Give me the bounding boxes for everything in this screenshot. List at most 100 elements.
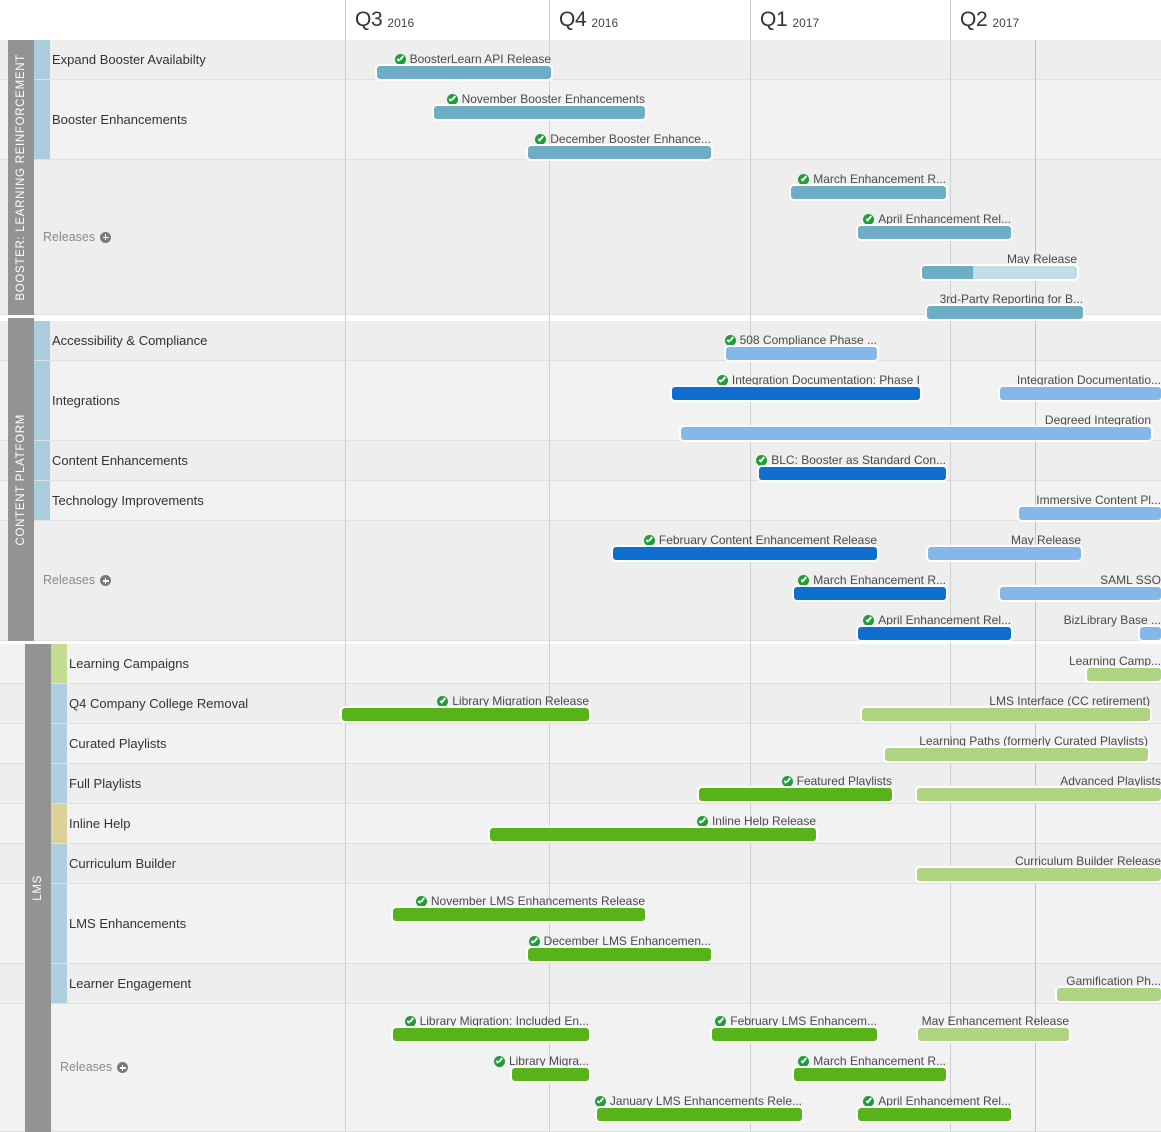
roadmap-row[interactable]: Learning Campaigns: [0, 644, 1161, 684]
section-title-gutter[interactable]: LMS: [25, 644, 51, 1132]
gantt-bar-group[interactable]: March Enhancement R...: [794, 572, 946, 600]
gantt-bar-group[interactable]: 3rd-Party Reporting for B...: [927, 291, 1083, 319]
gantt-bar-group[interactable]: December Booster Enhance...: [528, 131, 711, 159]
section-title-text: LMS: [32, 875, 44, 901]
gantt-bar[interactable]: [377, 66, 551, 79]
gantt-bar[interactable]: [672, 387, 920, 400]
gantt-bar-group[interactable]: Library Migra...: [493, 1053, 589, 1081]
gantt-bar-group[interactable]: April Enhancement Rel...: [858, 211, 1011, 239]
gantt-bar-group[interactable]: January LMS Enhancements Rele...: [594, 1093, 802, 1121]
gantt-bar[interactable]: [928, 547, 1081, 560]
gantt-bar-title: January LMS Enhancements Rele...: [609, 1094, 802, 1108]
gantt-bar-group[interactable]: BizLibrary Base ...: [1064, 612, 1161, 640]
completed-check-circle-icon: [493, 1056, 505, 1067]
gantt-bar-group[interactable]: March Enhancement R...: [791, 171, 946, 199]
gantt-bar-group[interactable]: Gamification Ph...: [1057, 973, 1161, 1001]
gantt-bar-group[interactable]: BLC: Booster as Standard Con...: [756, 452, 946, 480]
gantt-bar-group[interactable]: May Release: [928, 532, 1081, 560]
gantt-bar[interactable]: [1000, 587, 1161, 600]
gantt-bar-group[interactable]: November Booster Enhancements: [434, 91, 645, 119]
gantt-bar-group[interactable]: Featured Playlists: [699, 773, 892, 801]
roadmap-row[interactable]: Technology Improvements: [0, 481, 1161, 521]
gantt-bar[interactable]: [917, 868, 1161, 881]
add-release-plus-circle-icon[interactable]: [100, 575, 112, 586]
gantt-bar[interactable]: [528, 948, 711, 961]
gantt-bar[interactable]: [858, 226, 1011, 239]
gantt-bar-group[interactable]: Immersive Content Pl...: [1019, 492, 1161, 520]
gantt-bar[interactable]: [759, 467, 946, 480]
gantt-bar[interactable]: [681, 427, 1151, 440]
gantt-bar-group[interactable]: Integration Documentation: Phase I: [672, 372, 920, 400]
gantt-bar[interactable]: [927, 306, 1083, 319]
gantt-bar-group[interactable]: February Content Enhancement Release: [613, 532, 877, 560]
gantt-bar-group[interactable]: Integration Documentatio...: [1000, 372, 1161, 400]
roadmap-section: Accessibility & Compliance Integrations Co…: [0, 318, 1161, 641]
roadmap-row[interactable]: Learner Engagement: [0, 964, 1161, 1004]
gantt-bar[interactable]: [434, 106, 645, 119]
gantt-bar-group[interactable]: Curriculum Builder Release: [917, 853, 1161, 881]
gantt-bar-group[interactable]: February LMS Enhancem...: [712, 1013, 877, 1041]
gantt-bar[interactable]: [862, 708, 1150, 721]
gantt-bar[interactable]: [613, 547, 877, 560]
row-title-label: Expand Booster Availabilty: [52, 52, 206, 67]
gantt-bar-group[interactable]: Inline Help Release: [490, 813, 816, 841]
gantt-bar-title: BoosterLearn API Release: [409, 52, 551, 66]
gantt-bar-group[interactable]: BoosterLearn API Release: [377, 51, 551, 79]
gantt-bar[interactable]: [794, 1068, 946, 1081]
gantt-bar-group[interactable]: December LMS Enhancemen...: [528, 933, 711, 961]
roadmap-row[interactable]: Content Enhancements: [0, 441, 1161, 481]
gantt-bar-group[interactable]: November LMS Enhancements Release: [393, 893, 645, 921]
gantt-bar-group[interactable]: April Enhancement Rel...: [858, 612, 1011, 640]
gantt-bar[interactable]: [699, 788, 892, 801]
row-category-color-strip: [51, 684, 67, 724]
gantt-bar[interactable]: [791, 186, 946, 199]
gantt-bar[interactable]: [858, 627, 1011, 640]
row-label-text: Full Playlists: [69, 776, 142, 791]
gantt-bar[interactable]: [512, 1068, 589, 1081]
gantt-bar-group[interactable]: Learning Paths (formerly Curated Playlis…: [885, 733, 1148, 761]
gantt-bar-title: 508 Compliance Phase ...: [739, 333, 877, 347]
gantt-bar-group[interactable]: May Release: [922, 251, 1077, 279]
row-title-label: Inline Help: [69, 816, 130, 831]
roadmap-row[interactable]: Accessibility & Compliance: [0, 321, 1161, 361]
gantt-bar-label: November Booster Enhancements: [446, 92, 645, 106]
gantt-bar[interactable]: [726, 347, 877, 360]
gantt-bar-group[interactable]: LMS Interface (CC retirement): [862, 693, 1150, 721]
gantt-bar[interactable]: [1000, 387, 1161, 400]
gantt-bar[interactable]: [1057, 988, 1161, 1001]
gantt-bar-label: May Release: [1011, 534, 1081, 547]
gantt-bar-label: BoosterLearn API Release: [394, 52, 551, 66]
section-title-gutter[interactable]: CONTENT PLATFORM: [8, 318, 34, 641]
gantt-bar[interactable]: [712, 1028, 877, 1041]
completed-check-circle-icon: [594, 1096, 606, 1107]
gantt-bar-group[interactable]: Advanced Playlists: [917, 773, 1161, 801]
gantt-bar-group[interactable]: SAML SSO: [1000, 572, 1161, 600]
section-title-gutter[interactable]: BOOSTER: LEARNING REINFORCEMENT: [8, 40, 34, 315]
add-release-plus-circle-icon[interactable]: [100, 231, 112, 243]
gantt-bar[interactable]: [922, 266, 1077, 279]
gantt-bar[interactable]: [1140, 627, 1161, 640]
gantt-bar-group[interactable]: Library Migration Release: [342, 693, 589, 721]
gantt-bar[interactable]: [918, 1028, 1069, 1041]
gantt-bar[interactable]: [794, 587, 946, 600]
gantt-bar[interactable]: [858, 1108, 1011, 1121]
gantt-bar[interactable]: [528, 146, 711, 159]
gantt-bar[interactable]: [1019, 507, 1161, 520]
gantt-bar[interactable]: [917, 788, 1161, 801]
gantt-bar-group[interactable]: Degreed Integration: [681, 412, 1151, 440]
roadmap-row[interactable]: Expand Booster Availabilty: [0, 40, 1161, 80]
gantt-bar[interactable]: [885, 748, 1148, 761]
gantt-bar[interactable]: [1087, 668, 1161, 681]
gantt-bar-group[interactable]: March Enhancement R...: [794, 1053, 946, 1081]
gantt-bar-group[interactable]: Library Migration: Included En...: [393, 1013, 589, 1041]
gantt-bar[interactable]: [342, 708, 589, 721]
gantt-bar-group[interactable]: Learning Camp...: [1069, 653, 1161, 681]
gantt-bar[interactable]: [597, 1108, 802, 1121]
add-release-plus-circle-icon[interactable]: [117, 1062, 129, 1073]
gantt-bar-group[interactable]: April Enhancement Rel...: [858, 1093, 1011, 1121]
gantt-bar-group[interactable]: 508 Compliance Phase ...: [724, 332, 877, 360]
gantt-bar[interactable]: [393, 1028, 589, 1041]
gantt-bar[interactable]: [393, 908, 645, 921]
gantt-bar[interactable]: [490, 828, 816, 841]
gantt-bar-group[interactable]: May Enhancement Release: [918, 1013, 1069, 1041]
